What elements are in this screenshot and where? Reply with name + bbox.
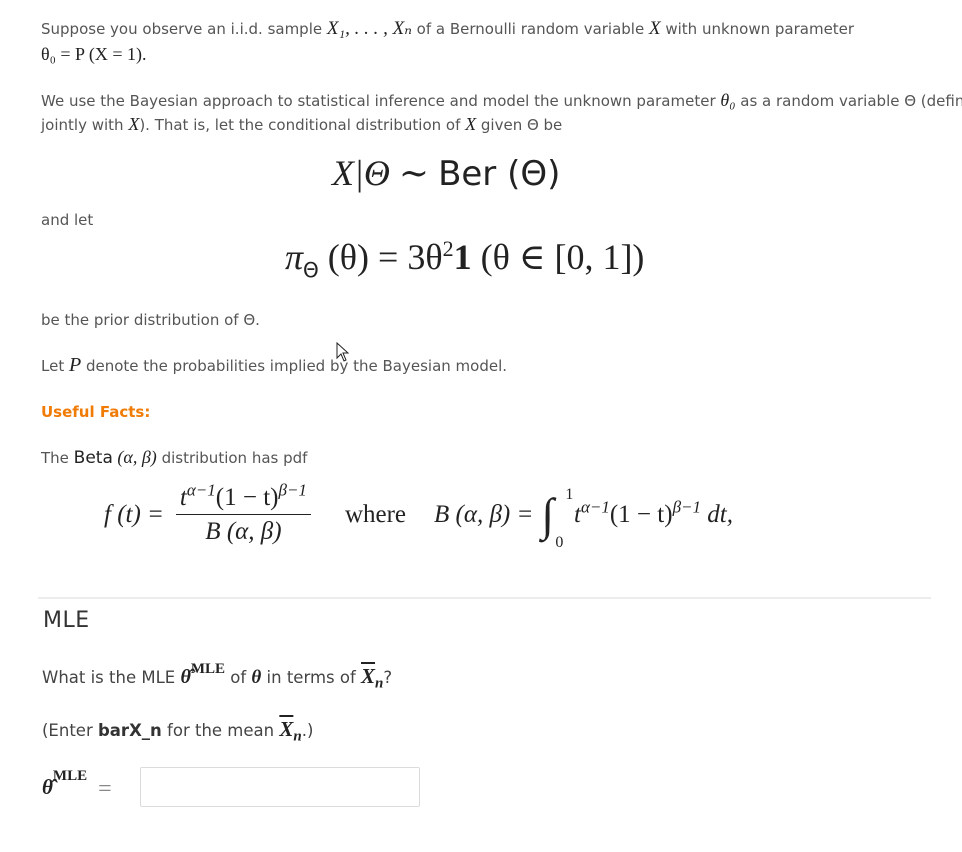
math-X: X [128,114,140,134]
math-sub-n: n [293,728,302,745]
prior-caption: be the prior distribution of Θ. [41,311,260,329]
math-P: P [68,354,82,376]
integral-sign: ∫ [541,489,554,540]
math-mle-sup: MLE [52,768,88,784]
integrand: tα−1(1 − t)β−1 dt, [574,497,733,529]
text: of a Bernoulli random variable [411,20,649,38]
text: .) [301,721,314,740]
text: distribution has pdf [156,449,308,467]
where-text: where [344,501,407,528]
text: jointly with [41,116,129,134]
math-xbar: X [361,664,376,688]
likelihood-equation: X|Θ ∼ Ber (Θ) [332,152,560,194]
mle-heading: MLE [43,608,90,633]
text: for the mean [161,721,280,740]
math-xbar: X [279,717,294,741]
intro-paragraph-line1: Suppose you observe an i.i.d. sample X₁,… [41,17,854,41]
text: ? [383,668,393,687]
text: What is the MLE [42,668,181,687]
intro-paragraph-line2: θ₀ = P (X = 1). [41,42,147,67]
math-theta0: θ₀ [720,90,736,110]
bayes-paragraph-line2: jointly with X). That is, let the condit… [41,112,562,137]
math-beta: Beta [73,448,113,468]
text: denote the probabilities implied by the … [81,357,508,375]
answer-label: θ̂MLE = [42,764,112,802]
integral: ∫ 1 0 [541,486,573,551]
math-X: X [465,114,477,134]
text: The [41,449,74,467]
prior-equation: πΘ (θ) = 3θ21 (θ ∈ [0, 1]) [285,236,645,280]
math-exp: 2 [442,236,454,261]
text: with unknown parameter [660,20,855,38]
integral-upper: 1 [565,486,574,503]
pdf-numerator: tα−1(1 − t)β−1 [175,480,311,515]
bayes-paragraph-line1: We use the Bayesian approach to statisti… [41,88,962,113]
mle-hint: (Enter barX_n for the mean Xn.) [42,717,314,745]
useful-facts-heading: Useful Facts: [41,403,151,421]
math-X: X [648,18,661,39]
text: Suppose you observe an i.i.d. sample [41,20,327,38]
math-theta: θ [251,667,262,688]
math-text: (θ ∈ [0, 1]) [471,237,645,277]
math-mle-sup: MLE [190,660,226,677]
section-divider [38,597,931,599]
pdf-denominator: B (α, β) [205,518,282,545]
exp: β−1 [278,480,307,500]
model-note: Let P denote the probabilities implied b… [41,353,507,378]
text: in terms of [261,668,362,687]
text: Let [41,357,69,375]
mouse-cursor-icon [336,342,350,362]
beta-fn-lhs: B (α, β) = [434,501,534,528]
math-sub: Θ [303,258,319,283]
math-text: (θ) = 3θ [318,237,443,277]
math-lhs: X|Θ ∼ [332,153,439,193]
math-equals: = [98,776,112,802]
t: t [179,484,187,511]
pdf-fraction: tα−1(1 − t)β−1 B (α, β) [175,480,311,546]
text: as a random variable Θ (defined [735,92,962,110]
math-theta-hat: θ̂ [42,775,53,799]
dt: dt, [701,501,733,528]
text: (1 − t) [609,501,673,528]
text: of [225,668,252,687]
math-theta0-def: θ₀ = P (X = 1). [41,44,147,64]
beta-intro: The Beta (α, β) distribution has pdf [41,445,307,470]
math-args: (α, β) [112,447,157,467]
and-let-text: and let [41,211,94,229]
t: t [574,501,581,528]
text: (Enter [42,721,98,740]
hint-keyword: barX_n [97,721,162,740]
pdf-lhs: f (t) = [104,501,164,528]
math-theta-hat: θ̂ [180,666,191,688]
text: (1 − t) [215,484,279,511]
math-ber: Ber (Θ) [438,154,561,194]
mle-answer-input[interactable] [140,767,420,807]
mle-question: What is the MLE θ̂MLE of θ in terms of X… [42,660,393,691]
exp: α−1 [186,480,216,500]
beta-pdf-equation: f (t) = tα−1(1 − t)β−1 B (α, β) where B … [104,480,733,551]
math-pi: π [285,237,304,277]
text: given Θ be [476,116,563,134]
exp: α−1 [580,497,610,517]
text: We use the Bayesian approach to statisti… [41,92,721,110]
exp: β−1 [672,497,702,517]
integral-lower: 0 [555,534,564,551]
text: ). That is, let the conditional distribu… [139,116,466,134]
math-sample: X₁, . . . , Xₙ [326,18,412,39]
indicator-one: 1 [453,237,472,277]
